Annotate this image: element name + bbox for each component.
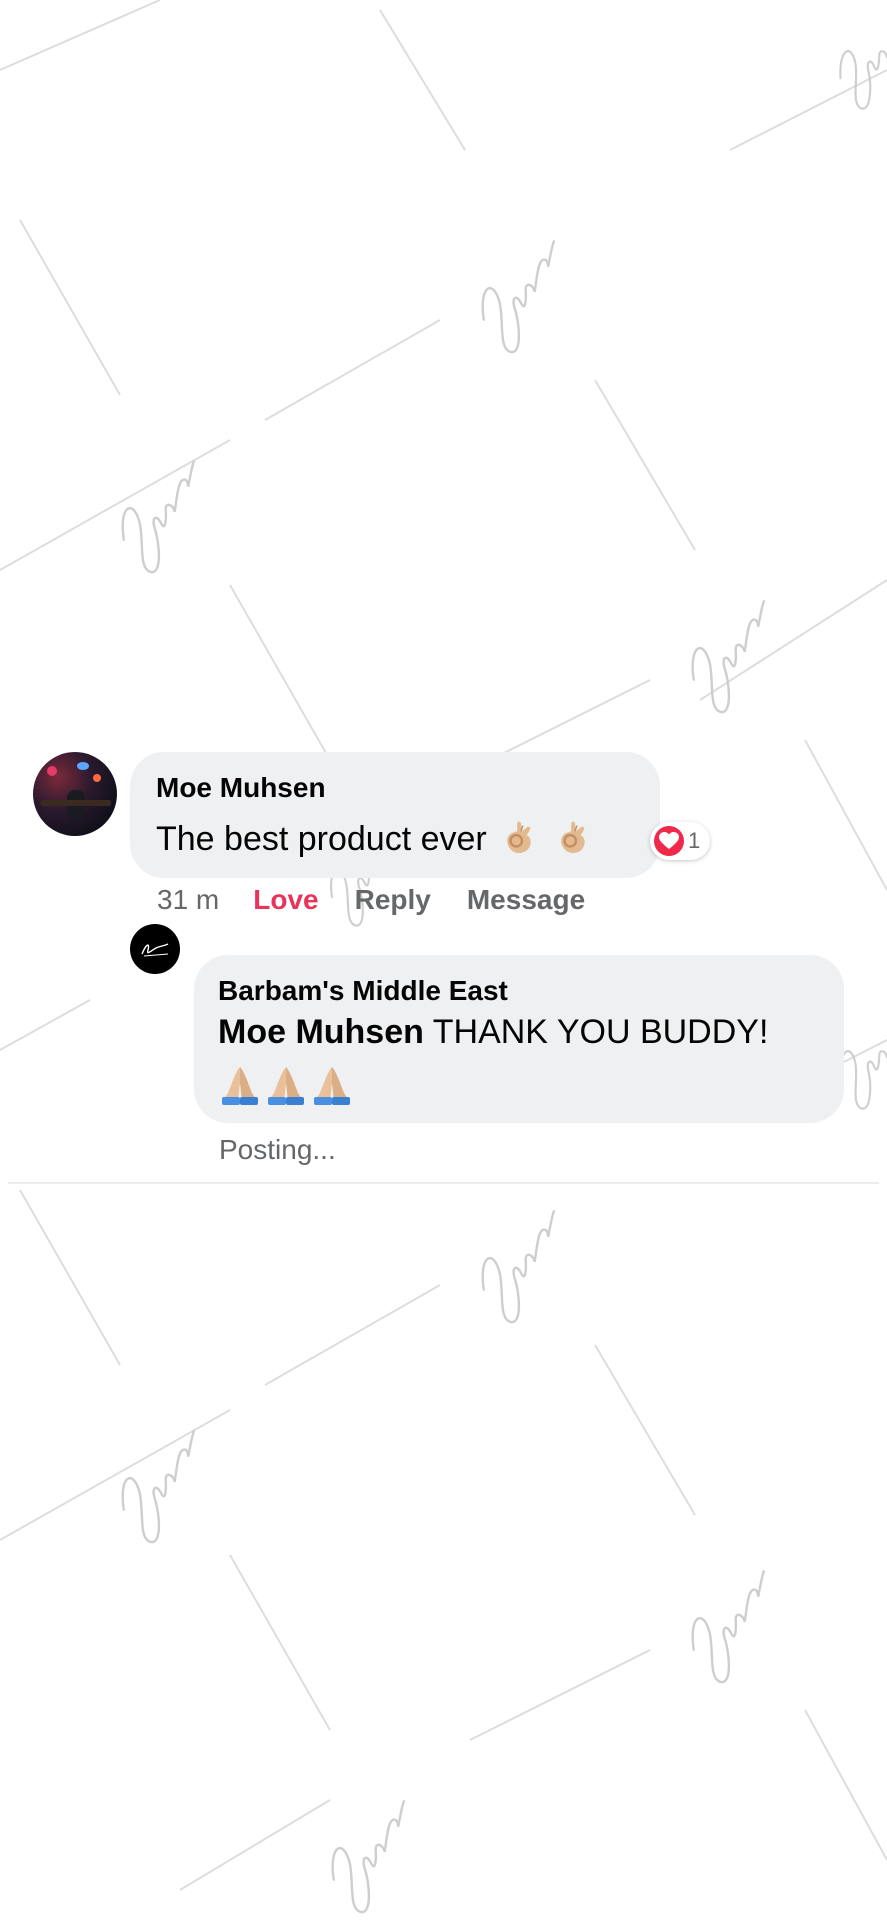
reply-button[interactable]: Reply: [355, 884, 431, 916]
message-button[interactable]: Message: [467, 884, 585, 916]
reply-text-line: Moe Muhsen THANK YOU BUDDY!: [218, 1013, 768, 1052]
reaction-badge[interactable]: 1: [650, 822, 711, 860]
love-button[interactable]: Love: [253, 884, 318, 916]
comment-timestamp: 31 m: [157, 884, 220, 915]
reply-author[interactable]: Barbam's Middle East: [218, 975, 508, 1007]
comment-actions: 31 m Love Reply Message: [157, 884, 621, 916]
mention-link[interactable]: Moe Muhsen: [218, 1013, 424, 1051]
posting-status: Posting...: [219, 1134, 336, 1165]
divider: [8, 1182, 879, 1184]
reply-bubble: Barbam's Middle East Moe Muhsen THANK YO…: [194, 955, 844, 1123]
reaction-count: 1: [688, 828, 701, 853]
comment-thread: Moe Muhsen The best product ever 1 31 m …: [0, 0, 887, 1920]
ok-hand-emoji: [560, 821, 585, 853]
reply-emoji-row: [218, 1063, 356, 1107]
brand-logo-icon: [141, 943, 169, 957]
folded-hands-emoji: [314, 1067, 350, 1105]
comment-text-line: The best product ever: [156, 818, 594, 859]
comment-bubble: Moe Muhsen The best product ever: [130, 752, 660, 878]
comment-author[interactable]: Moe Muhsen: [156, 772, 326, 804]
folded-hands-emoji: [222, 1067, 258, 1105]
comment-text: The best product ever: [156, 820, 487, 858]
ok-hand-emoji: [507, 821, 531, 853]
avatar[interactable]: [33, 752, 117, 836]
reply-text: THANK YOU BUDDY!: [432, 1013, 769, 1051]
heart-icon: [654, 826, 684, 856]
folded-hands-emoji: [268, 1067, 304, 1105]
avatar[interactable]: [130, 924, 180, 974]
